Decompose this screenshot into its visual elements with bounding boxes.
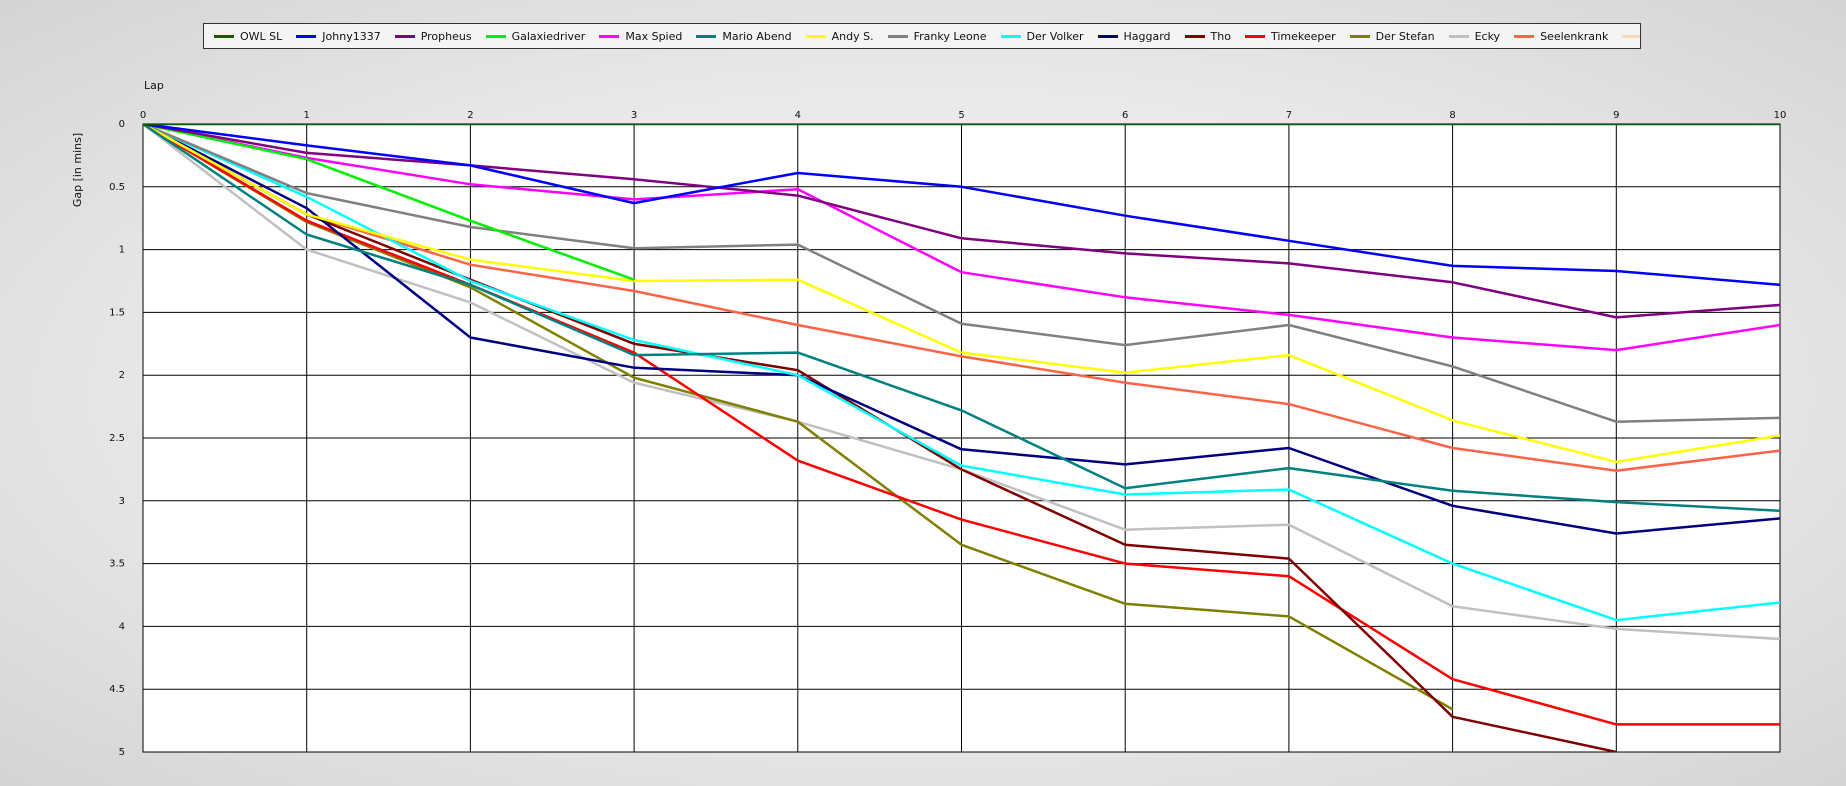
y-tick-label: 2 (119, 370, 125, 381)
x-tick-label: 0 (140, 110, 146, 121)
y-tick-label: 3 (119, 496, 125, 507)
x-tick-label: 8 (1449, 110, 1455, 121)
x-tick-label: 1 (304, 110, 310, 121)
gap-line-chart: Lap Gap [in mins] 0 1 2 3 4 5 6 7 8 9 10 0 0.5 1 1.5 2 2… (71, 79, 1787, 758)
y-tick-label: 5 (119, 747, 125, 758)
y-tick-label: 0 (119, 119, 125, 130)
y-tick-label: 3.5 (109, 559, 125, 570)
grid-lines (142, 123, 1781, 753)
y-tick-label: 0.5 (109, 182, 125, 193)
x-axis-title: Lap (144, 79, 164, 92)
x-tick-label: 5 (958, 110, 964, 121)
x-tick-label: 10 (1774, 110, 1787, 121)
x-tick-label: 4 (795, 110, 801, 121)
y-tick-label: 1 (119, 245, 125, 256)
y-tick-label: 4.5 (109, 684, 125, 695)
y-axis-title: Gap [in mins] (71, 133, 84, 207)
x-tick-label: 2 (467, 110, 473, 121)
x-tick-label: 6 (1122, 110, 1128, 121)
x-tick-label: 7 (1286, 110, 1292, 121)
y-tick-label: 2.5 (109, 433, 125, 444)
x-tick-label: 9 (1613, 110, 1619, 121)
y-tick-label: 1.5 (109, 307, 125, 318)
x-tick-label: 3 (631, 110, 637, 121)
y-tick-label: 4 (119, 621, 125, 632)
